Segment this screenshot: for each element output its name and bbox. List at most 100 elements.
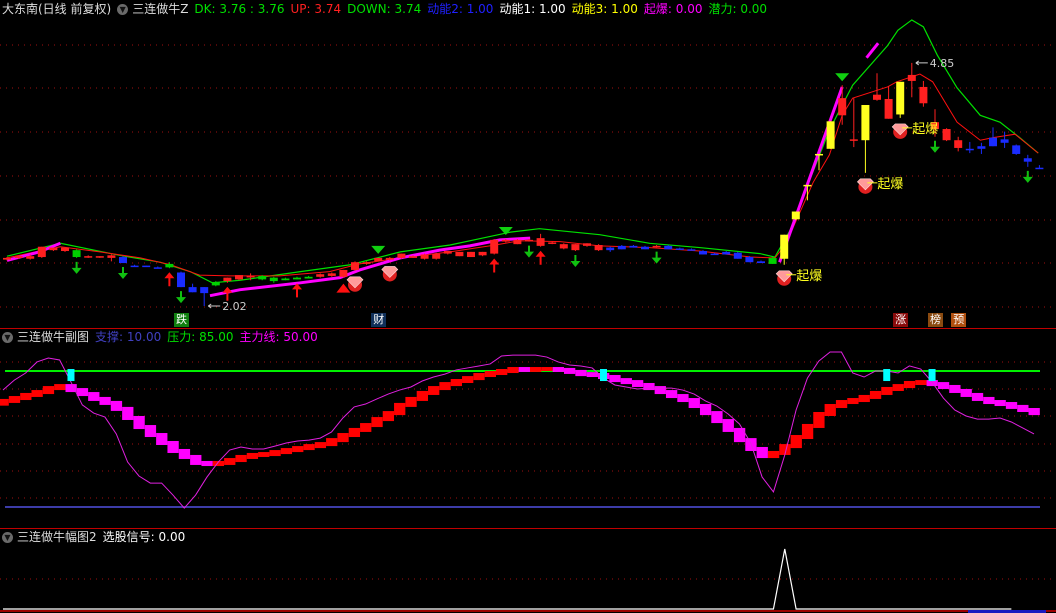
candle-body bbox=[571, 244, 580, 251]
price-pointer-icon bbox=[915, 60, 928, 66]
candle-body bbox=[977, 146, 986, 149]
gem-icon bbox=[775, 270, 793, 286]
sell-triangle-icon bbox=[371, 245, 386, 254]
price-annotation: 2.02 bbox=[222, 300, 247, 313]
sell-arrow-icon bbox=[651, 251, 662, 264]
ribbon-block bbox=[892, 384, 904, 391]
breakout-label: 起爆 bbox=[877, 177, 903, 192]
indicator-value: DK: 3.76 : 3.76 bbox=[194, 2, 284, 16]
sub2-indicator-values: 选股信号: 0.00 bbox=[103, 529, 192, 545]
indicator-value: 压力: 85.00 bbox=[167, 330, 233, 344]
ribbon-block bbox=[869, 390, 882, 399]
indicator-value: 动能1: 1.00 bbox=[499, 2, 565, 16]
candle bbox=[200, 287, 209, 306]
ribbon-block bbox=[688, 398, 700, 409]
ribbon-block bbox=[280, 448, 293, 455]
indicator-number: 3.76 bbox=[219, 2, 247, 16]
candle bbox=[130, 264, 139, 268]
candle bbox=[374, 257, 383, 262]
candle-body bbox=[699, 251, 707, 255]
ribbon-block bbox=[235, 454, 247, 463]
ribbon-block bbox=[971, 392, 984, 401]
ribbon-block bbox=[801, 423, 814, 440]
candle-body bbox=[409, 256, 417, 258]
candle bbox=[351, 261, 359, 271]
ribbon-block bbox=[631, 380, 644, 387]
indicator-menu-icon[interactable]: ▼ bbox=[117, 3, 129, 15]
indicator-label: 动能1 bbox=[499, 2, 532, 16]
candle bbox=[965, 141, 974, 154]
indicator-label: 压力 bbox=[167, 330, 192, 344]
sub2-chart-header: ▼ 三连做牛幅图2 选股信号: 0.00 bbox=[2, 529, 197, 545]
separator: : bbox=[386, 2, 395, 16]
candle bbox=[37, 246, 46, 258]
candle-body bbox=[385, 257, 394, 260]
candle bbox=[420, 253, 429, 260]
ribbon-block bbox=[190, 454, 202, 465]
ribbon-block bbox=[88, 392, 100, 401]
moving-average-line bbox=[6, 73, 1039, 277]
indicator-value: 支撑: 10.00 bbox=[95, 330, 161, 344]
indicator-label: 主力线 bbox=[239, 330, 276, 344]
ribbon-block bbox=[8, 396, 21, 403]
candle-body bbox=[49, 247, 58, 251]
indicator-number: 0.00 bbox=[158, 530, 186, 544]
candle-body bbox=[513, 239, 522, 245]
ribbon-block bbox=[677, 394, 689, 403]
candle-body bbox=[525, 239, 533, 242]
signal-tag: 榜 bbox=[928, 313, 943, 327]
candle-body bbox=[745, 257, 754, 263]
candle-body bbox=[84, 256, 93, 258]
indicator-menu-icon[interactable]: ▼ bbox=[2, 531, 13, 543]
cyan-signal-mark bbox=[928, 369, 936, 382]
sell-arrow-icon bbox=[118, 267, 128, 280]
ribbon-block bbox=[314, 442, 327, 449]
candle-body bbox=[490, 239, 499, 254]
indicator-number: 1.00 bbox=[538, 2, 566, 16]
candle bbox=[873, 73, 881, 101]
candle-body bbox=[826, 121, 835, 149]
candle bbox=[61, 247, 69, 252]
indicator-menu-icon[interactable]: ▼ bbox=[2, 331, 13, 343]
indicator-label: DOWN bbox=[347, 2, 387, 16]
indicator-value: 动能2: 1.00 bbox=[427, 2, 493, 16]
candle-body bbox=[629, 245, 638, 248]
candle-body bbox=[884, 98, 893, 119]
ribbon-block bbox=[31, 390, 43, 397]
candle bbox=[942, 128, 951, 142]
buy-arrow-icon bbox=[164, 272, 175, 287]
candle bbox=[339, 269, 348, 278]
candle bbox=[977, 142, 986, 154]
indicator-value: 动能3: 1.00 bbox=[572, 2, 638, 16]
stock-chart[interactable]: 起爆起爆起爆2.024.85 bbox=[0, 0, 1056, 613]
stock-title: 大东南(日线 前复权) bbox=[2, 2, 112, 16]
candle bbox=[327, 272, 336, 277]
candle-body bbox=[536, 238, 545, 246]
ribbon-block bbox=[360, 423, 372, 432]
sell-arrow-icon bbox=[176, 291, 186, 304]
separator: : bbox=[531, 2, 539, 16]
indicator-number: 85.00 bbox=[199, 330, 234, 344]
ribbon-block bbox=[269, 450, 281, 457]
ribbon-block bbox=[337, 433, 349, 443]
candle-body bbox=[780, 234, 789, 259]
candle-body bbox=[258, 275, 267, 280]
candle bbox=[269, 276, 278, 283]
indicator-value: 选股信号: 0.00 bbox=[103, 530, 186, 544]
gem-icon bbox=[346, 276, 364, 292]
candle-body bbox=[1035, 167, 1044, 170]
candle-body bbox=[72, 250, 81, 258]
indicator-number: 0.00 bbox=[675, 2, 703, 16]
indicator-value: UP: 3.74 bbox=[291, 2, 342, 16]
ribbon-block bbox=[326, 438, 338, 447]
candle-body bbox=[965, 148, 974, 151]
ribbon-block bbox=[552, 367, 564, 372]
ribbon-block bbox=[654, 386, 666, 395]
sub-chart-header: ▼ 三连做牛副图 支撑: 10.00 压力: 85.00 主力线: 50.00 bbox=[2, 329, 330, 345]
ribbon-block bbox=[303, 444, 315, 451]
ribbon-block bbox=[0, 398, 9, 406]
sell-triangle-icon bbox=[835, 73, 850, 82]
indicator-number: 1.00 bbox=[611, 2, 638, 16]
sell-arrow-icon bbox=[71, 261, 82, 274]
candle bbox=[571, 244, 580, 252]
